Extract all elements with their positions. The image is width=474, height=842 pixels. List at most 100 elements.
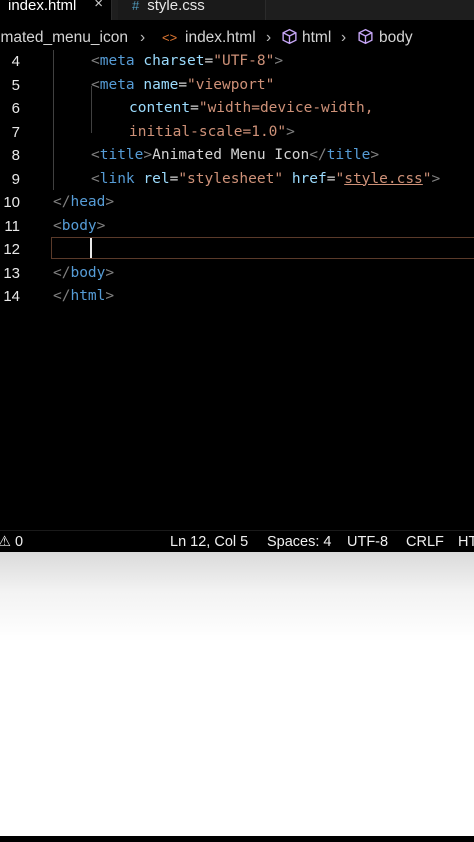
code-token: initial-scale=1.0"	[129, 123, 287, 140]
code-token: charset	[143, 53, 205, 69]
code-line[interactable]: 10 </head>	[0, 191, 474, 215]
code-token: >	[105, 264, 115, 281]
code-token: "	[422, 170, 432, 187]
code-token: title	[99, 147, 144, 163]
breadcrumb-body[interactable]: body	[379, 26, 413, 50]
code-line[interactable]: 5 <meta name="viewport"	[0, 74, 474, 98]
code-line[interactable]: 12	[0, 238, 474, 262]
cursor-position[interactable]: Ln 12, Col 5	[170, 531, 248, 552]
code-token: "width=device-width,	[198, 100, 374, 116]
code-text: <meta charset="UTF-8">	[91, 50, 283, 74]
code-token: >	[96, 217, 106, 234]
code-editor[interactable]: 4 <meta charset="UTF-8"> 5 <meta name="view…	[0, 50, 474, 530]
code-token: </	[53, 264, 71, 281]
code-token: </	[53, 194, 71, 210]
code-token: >	[143, 147, 153, 163]
code-token: meta	[99, 76, 135, 93]
code-token: style.css	[344, 170, 423, 187]
line-number: 12	[3, 241, 20, 258]
code-token: Animated Menu Icon	[152, 147, 310, 163]
code-token: head	[70, 194, 106, 210]
code-token: </	[53, 288, 71, 304]
tab-index-html[interactable]: index.html ×	[0, 0, 112, 20]
breadcrumb-html[interactable]: html	[302, 26, 331, 50]
cube-icon	[281, 26, 298, 50]
code-token: <	[91, 147, 100, 163]
line-number: 4	[11, 53, 20, 70]
line-number: 7	[11, 123, 20, 141]
code-token: meta	[99, 53, 135, 69]
line-ending[interactable]: CRLF	[406, 531, 444, 552]
code-line[interactable]: 11 <body>	[0, 215, 474, 239]
editor-window: index.html × # style.css imated_menu_icon…	[0, 0, 474, 552]
line-number: 10	[3, 194, 20, 211]
breadcrumb-folder[interactable]: imated_menu_icon	[0, 26, 128, 50]
code-token: =	[204, 53, 214, 69]
code-token: =	[190, 100, 199, 116]
code-token: <	[91, 76, 100, 93]
code-token: "	[335, 170, 345, 187]
code-line[interactable]: 9 <link rel="stylesheet" href="style.css"…	[0, 168, 474, 192]
code-token: href	[291, 170, 327, 187]
code-token: "stylesheet"	[178, 170, 284, 187]
code-text: <link rel="stylesheet" href="style.css">	[91, 168, 440, 192]
html-tag-icon: <>	[162, 30, 178, 45]
line-number: 5	[11, 76, 20, 94]
code-line[interactable]: 7 initial-scale=1.0">	[0, 121, 474, 145]
code-text: <title>Animated Menu Icon</title>	[91, 144, 379, 168]
breadcrumb-file[interactable]: index.html	[185, 26, 256, 50]
indentation[interactable]: Spaces: 4	[267, 531, 332, 552]
code-token: <	[53, 217, 62, 234]
line-number: 9	[11, 170, 20, 188]
code-token: "viewport"	[187, 76, 275, 93]
code-line[interactable]: 14 </html>	[0, 285, 474, 309]
code-line[interactable]: 4 <meta charset="UTF-8">	[0, 50, 474, 74]
code-token: content	[129, 100, 191, 116]
code-text: <meta name="viewport"	[91, 74, 274, 98]
warning-icon: ⚠	[0, 534, 11, 550]
chevron-right-icon: ›	[266, 29, 272, 46]
code-token: rel	[143, 170, 170, 187]
code-token: name	[143, 76, 179, 93]
code-token: >	[105, 288, 115, 304]
code-text: </html>	[53, 285, 114, 309]
blank-area	[0, 552, 474, 836]
code-token: title	[326, 147, 371, 163]
code-token: body	[61, 217, 97, 234]
code-text: content="width=device-width,	[129, 97, 373, 121]
code-text: <body>	[53, 215, 105, 239]
code-line[interactable]: 6 content="width=device-width,	[0, 97, 474, 121]
css-file-icon: #	[132, 0, 140, 13]
tab-style-css[interactable]: # style.css	[118, 0, 266, 20]
problems-count: 0	[15, 534, 24, 550]
problems-indicator[interactable]: ⚠ 0	[0, 531, 23, 552]
code-token: <	[91, 53, 100, 69]
code-token: "UTF-8"	[213, 53, 275, 69]
code-text: initial-scale=1.0">	[129, 121, 295, 145]
breadcrumb: imated_menu_icon › <> index.html › html …	[0, 26, 474, 50]
chevron-right-icon: ›	[140, 29, 146, 46]
language-mode[interactable]: HTML	[458, 531, 474, 552]
code-token: body	[70, 264, 106, 281]
bottom-strip	[0, 836, 474, 842]
code-token: link	[99, 170, 135, 187]
chevron-right-icon: ›	[341, 29, 347, 46]
cube-icon	[357, 26, 374, 50]
line-number: 6	[11, 100, 20, 117]
tab-bar: index.html × # style.css	[0, 0, 474, 20]
line-number: 13	[3, 264, 20, 282]
line-number: 14	[3, 288, 20, 305]
code-line[interactable]: 8 <title>Animated Menu Icon</title>	[0, 144, 474, 168]
code-line[interactable]: 13 </body>	[0, 262, 474, 286]
code-text: </body>	[53, 262, 114, 286]
encoding[interactable]: UTF-8	[347, 531, 388, 552]
code-token: >	[431, 170, 441, 187]
close-icon[interactable]: ×	[94, 0, 103, 11]
code-token: html	[70, 288, 106, 304]
line-number: 8	[11, 147, 20, 164]
code-token: >	[274, 53, 284, 69]
code-token: >	[286, 123, 295, 140]
code-token: >	[105, 194, 115, 210]
tab-label: style.css	[147, 0, 205, 14]
